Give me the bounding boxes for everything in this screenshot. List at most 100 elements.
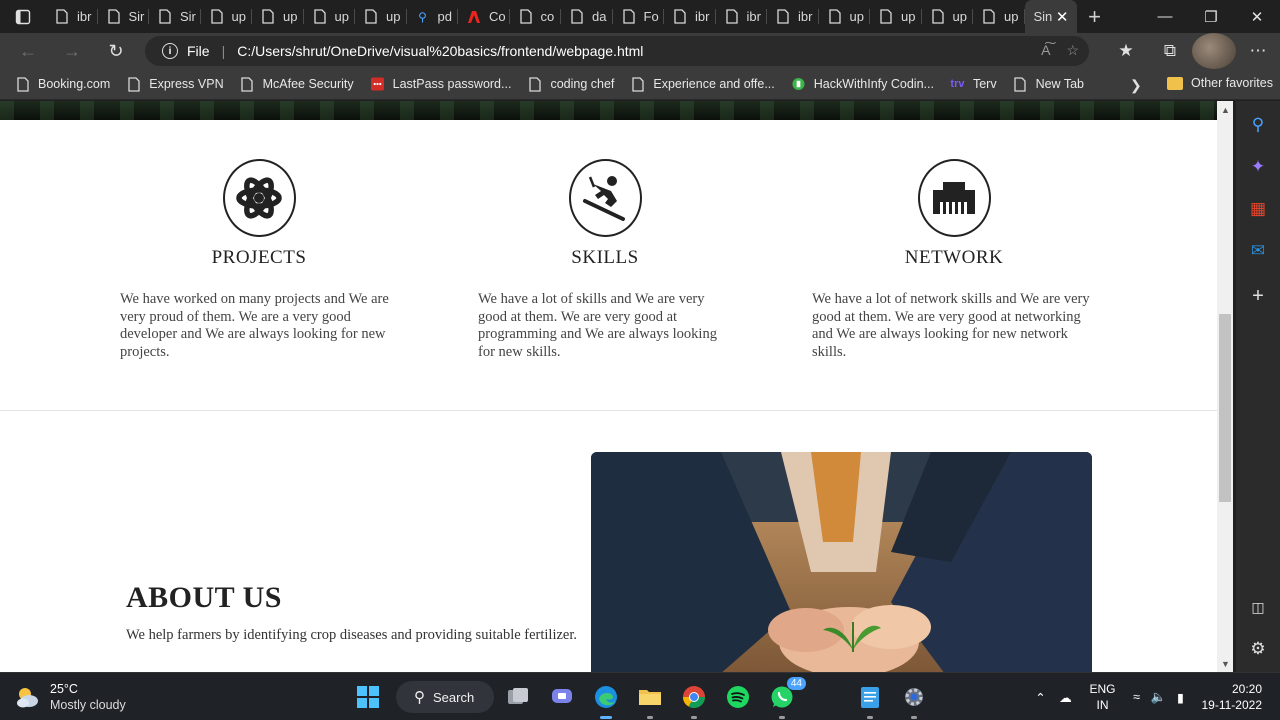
chevron-right-icon[interactable]: ❯: [1130, 77, 1142, 94]
battery-icon[interactable]: ▮: [1170, 690, 1192, 705]
tab[interactable]: ibr: [46, 0, 98, 33]
spotify-button[interactable]: [722, 681, 754, 713]
favorite-link[interactable]: Experience and offe...: [631, 76, 775, 92]
taskbar-search[interactable]: ⚲ Search: [396, 681, 494, 713]
tab[interactable]: ibr: [716, 0, 768, 33]
tab[interactable]: ibr: [767, 0, 819, 33]
taskbar-search-label: Search: [433, 689, 475, 705]
sidebar-collapse-icon[interactable]: ◫: [1236, 589, 1280, 625]
favorites-icon[interactable]: ★: [1104, 33, 1148, 69]
page-viewport: PROJECTS We have worked on many projects…: [0, 101, 1217, 672]
favorite-link[interactable]: coding chef: [528, 76, 614, 92]
close-window-button[interactable]: ✕: [1234, 0, 1280, 33]
tab-title: up: [334, 9, 349, 24]
address-url[interactable]: C:/Users/shrut/OneDrive/visual%20basics/…: [237, 43, 643, 59]
sidebar-office-icon[interactable]: ▦: [1236, 191, 1280, 227]
close-tab-icon[interactable]: ✕: [1056, 8, 1069, 26]
onedrive-icon[interactable]: ☁: [1051, 690, 1079, 705]
tab-active[interactable]: Sin ✕: [1024, 0, 1077, 33]
sidebar-discover-icon[interactable]: ✦: [1236, 149, 1280, 185]
volume-icon[interactable]: 🔈: [1148, 690, 1170, 705]
page-icon: [16, 76, 29, 92]
tab-title: pd: [437, 9, 452, 24]
chrome-icon: [683, 686, 705, 708]
favorite-link[interactable]: McAfee Security: [241, 76, 354, 92]
scroll-up-icon[interactable]: ▲: [1221, 105, 1230, 115]
notepad-button[interactable]: [854, 681, 886, 719]
tab[interactable]: ibr: [664, 0, 716, 33]
favorite-link[interactable]: New Tab: [1014, 76, 1084, 92]
sidebar-settings-icon[interactable]: ⚙: [1236, 631, 1280, 667]
favorites-bar: Booking.com Express VPN McAfee Security Las…: [0, 69, 1280, 100]
maximize-button[interactable]: ❐: [1188, 0, 1234, 33]
clock[interactable]: 20:20 19-11-2022: [1202, 681, 1263, 713]
tab[interactable]: up: [252, 0, 304, 33]
address-bar[interactable]: i File | C:/Users/shrut/OneDrive/visual%…: [145, 36, 1089, 66]
language-indicator[interactable]: ENG IN: [1089, 681, 1115, 713]
page-icon: [107, 9, 121, 24]
show-hidden-icons[interactable]: ⌃: [1029, 690, 1051, 705]
forward-button[interactable]: →: [50, 33, 94, 69]
minimize-button[interactable]: —: [1142, 0, 1188, 33]
tab[interactable]: co: [510, 0, 562, 33]
other-favorites-button[interactable]: Other favorites: [1167, 76, 1273, 90]
collections-icon[interactable]: ⧉: [1148, 33, 1192, 69]
tab[interactable]: Sir: [98, 0, 150, 33]
wifi-icon[interactable]: ≈: [1126, 690, 1148, 704]
page-icon: [879, 9, 893, 24]
favorite-link[interactable]: Express VPN: [127, 76, 224, 92]
read-aloud-icon[interactable]: A͠: [1041, 42, 1050, 59]
favorite-link[interactable]: Booking.com: [16, 76, 110, 92]
folder-icon: [1167, 76, 1183, 90]
sidebar-outlook-icon[interactable]: ✉: [1236, 233, 1280, 269]
refresh-button[interactable]: ↻: [94, 33, 138, 69]
chrome-button[interactable]: [678, 681, 710, 719]
tab[interactable]: Fo: [613, 0, 665, 33]
back-button[interactable]: ←: [6, 33, 50, 69]
tab[interactable]: ⚲ pd: [407, 0, 459, 33]
new-tab-button[interactable]: +: [1077, 0, 1113, 33]
scrollbar-thumb[interactable]: [1219, 314, 1231, 502]
tab[interactable]: da: [561, 0, 613, 33]
more-options-icon[interactable]: ⋯: [1236, 33, 1280, 69]
hero-image: [0, 101, 1217, 120]
page-icon: [828, 9, 842, 24]
file-explorer-button[interactable]: [634, 681, 666, 719]
tab-title: Co: [489, 9, 506, 24]
feature-description: We have worked on many projects and We a…: [120, 291, 389, 360]
tab-title: up: [386, 9, 401, 24]
favorite-link[interactable]: HackWithInfy Codin...: [792, 77, 934, 92]
tab[interactable]: up: [922, 0, 974, 33]
tab[interactable]: Co: [458, 0, 510, 33]
site-info-icon[interactable]: i: [162, 43, 178, 59]
tab[interactable]: up: [355, 0, 407, 33]
sidebar-add-icon[interactable]: +: [1236, 278, 1280, 314]
tab-actions-button[interactable]: [0, 0, 46, 33]
tab[interactable]: up: [819, 0, 871, 33]
favorite-link[interactable]: trv Terv: [950, 77, 996, 92]
task-view-button[interactable]: [502, 681, 534, 713]
toolbar: ★ ⧉ ⋯: [1104, 33, 1280, 69]
atom-icon: [222, 159, 296, 237]
page-scrollbar[interactable]: ▲ ▼: [1217, 101, 1233, 672]
feature-network: NETWORK: [898, 159, 1010, 269]
tab[interactable]: up: [973, 0, 1025, 33]
profile-button[interactable]: [1192, 33, 1236, 69]
settings-taskbar-button[interactable]: [898, 681, 930, 719]
add-favorite-icon[interactable]: ☆: [1066, 42, 1079, 59]
favorite-label: Experience and offe...: [653, 77, 775, 91]
tab[interactable]: up: [304, 0, 356, 33]
weather-widget[interactable]: 25°C Mostly cloudy: [14, 681, 126, 713]
start-button[interactable]: [352, 681, 384, 713]
tab-title: co: [540, 9, 555, 24]
whatsapp-button[interactable]: 44: [766, 677, 806, 719]
tab[interactable]: up: [870, 0, 922, 33]
scroll-down-icon[interactable]: ▼: [1221, 659, 1230, 669]
edge-taskbar-button[interactable]: [590, 681, 622, 719]
tab[interactable]: up: [201, 0, 253, 33]
teams-chat-button[interactable]: [546, 681, 578, 713]
sidebar-search-icon[interactable]: ⚲: [1236, 107, 1280, 143]
tab[interactable]: Sir: [149, 0, 201, 33]
tab-title: da: [592, 9, 607, 24]
favorite-link[interactable]: LastPass password...: [370, 77, 511, 92]
